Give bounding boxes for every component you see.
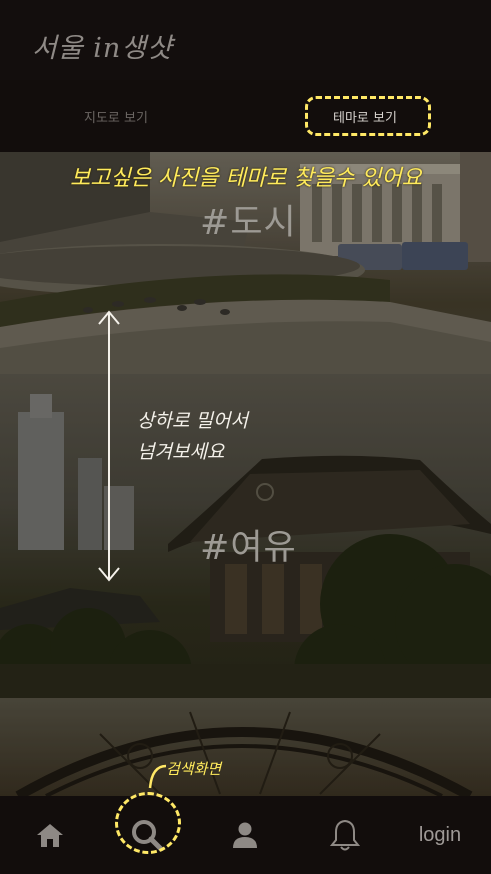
search-button-highlight (115, 792, 181, 854)
arch-photo (0, 698, 491, 796)
view-tabs: 지도로 보기 테마로 보기 (0, 80, 491, 152)
home-icon (37, 824, 63, 847)
tab-map-view[interactable]: 지도로 보기 (84, 107, 148, 126)
theme-feed[interactable]: #도시 #여유 (0, 152, 491, 796)
search-screen-annotation: 검색화면 (166, 760, 222, 778)
theme-tab-highlight (305, 96, 431, 136)
swipe-help-line1: 상하로 밀어서 (137, 410, 248, 432)
bell-icon (329, 819, 361, 851)
login-button[interactable]: login (400, 796, 480, 874)
theme-help-annotation: 보고싶은 사진을 테마로 찾을수 있어요 (70, 166, 422, 191)
theme-card-third[interactable] (0, 698, 491, 796)
nav-notifications-button[interactable] (315, 796, 375, 874)
app-header: 서울 in생샷 (0, 0, 491, 80)
theme-hashtag-city: #도시 (200, 203, 297, 243)
app-title: 서울 in생샷 (32, 33, 173, 64)
person-icon (233, 822, 257, 848)
nav-profile-button[interactable] (215, 796, 275, 874)
swipe-help-annotation: 상하로 밀어서 넘겨보세요 (137, 406, 248, 468)
swipe-help-line2: 넘겨보세요 (137, 441, 225, 463)
nav-home-button[interactable] (20, 796, 80, 874)
swipe-arrow-icon (98, 310, 120, 582)
theme-hashtag-leisure: #여유 (200, 528, 297, 568)
bottom-nav: login (0, 796, 491, 874)
